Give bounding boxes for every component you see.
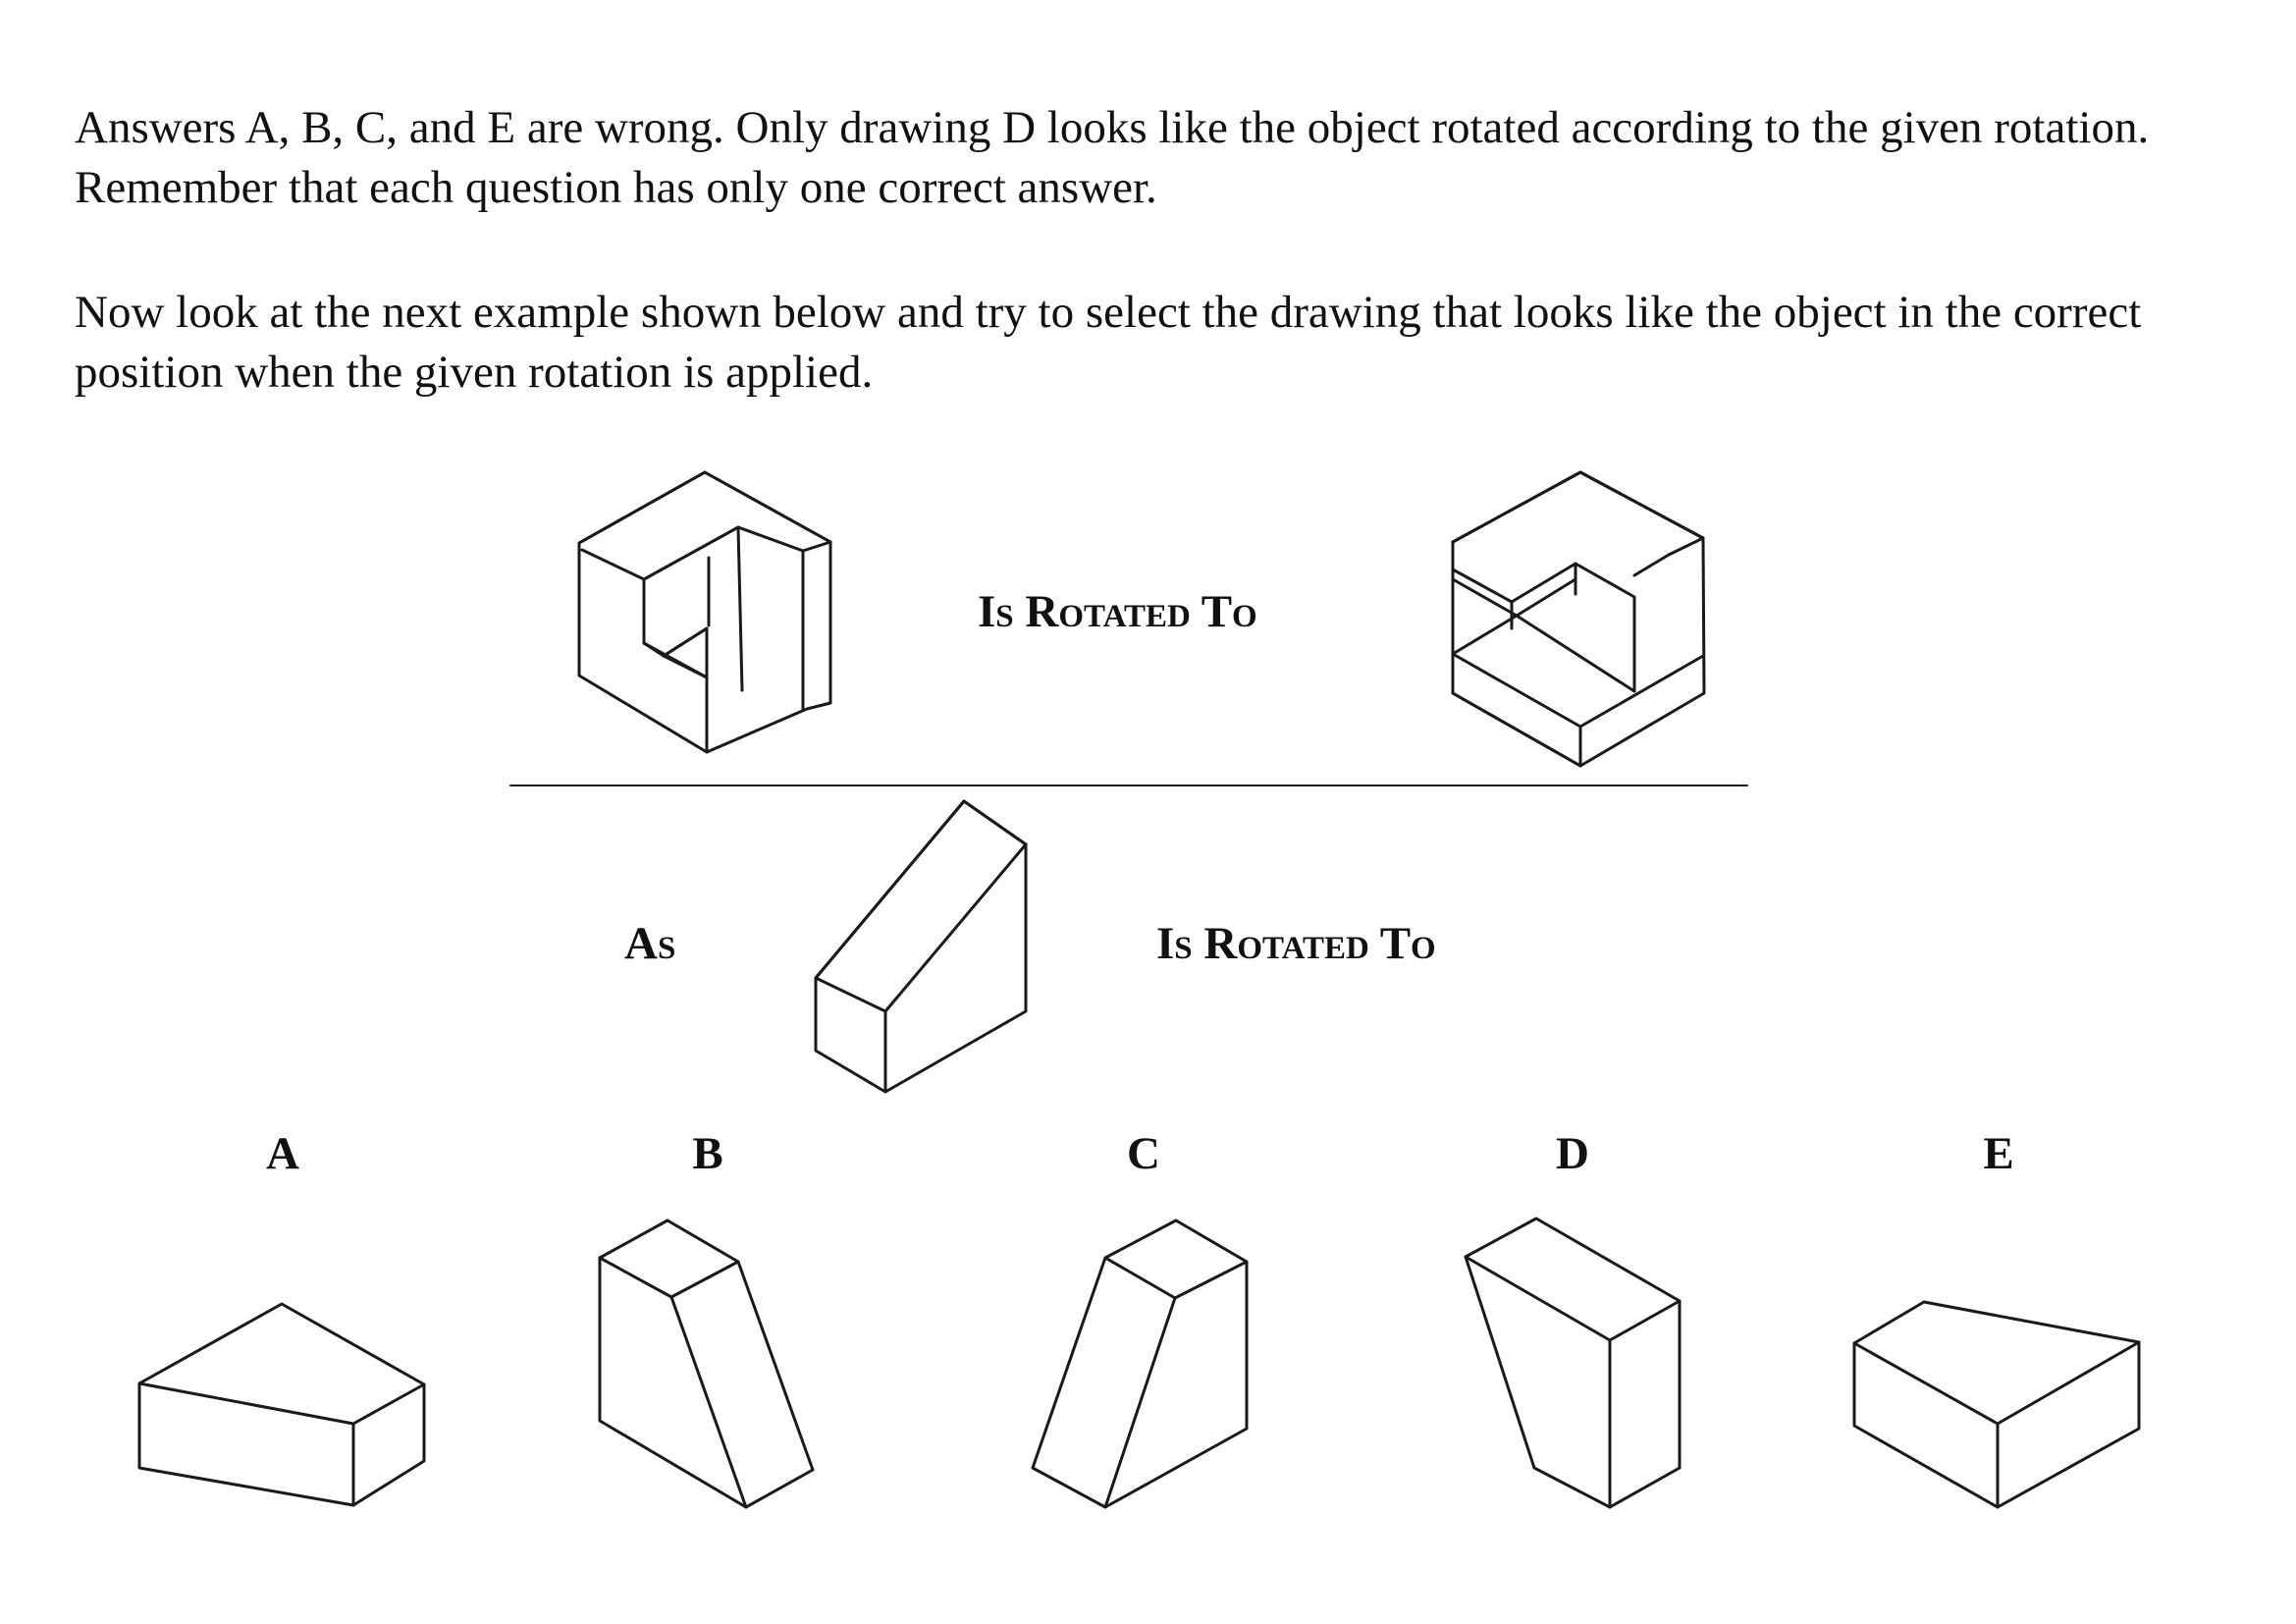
wedge-option-b-drawing — [598, 1218, 815, 1509]
question-object-drawing — [814, 799, 1028, 1094]
wedge-option-c-drawing — [1031, 1218, 1249, 1509]
example-object-rotated-drawing — [1451, 470, 1706, 768]
wedge-option-a-drawing — [137, 1302, 426, 1507]
wedge-option-e-drawing — [1852, 1300, 2141, 1509]
wedge-option-d-drawing — [1464, 1217, 1682, 1509]
drawings-canvas — [137, 470, 2141, 1509]
example-object-original-drawing — [577, 470, 832, 754]
